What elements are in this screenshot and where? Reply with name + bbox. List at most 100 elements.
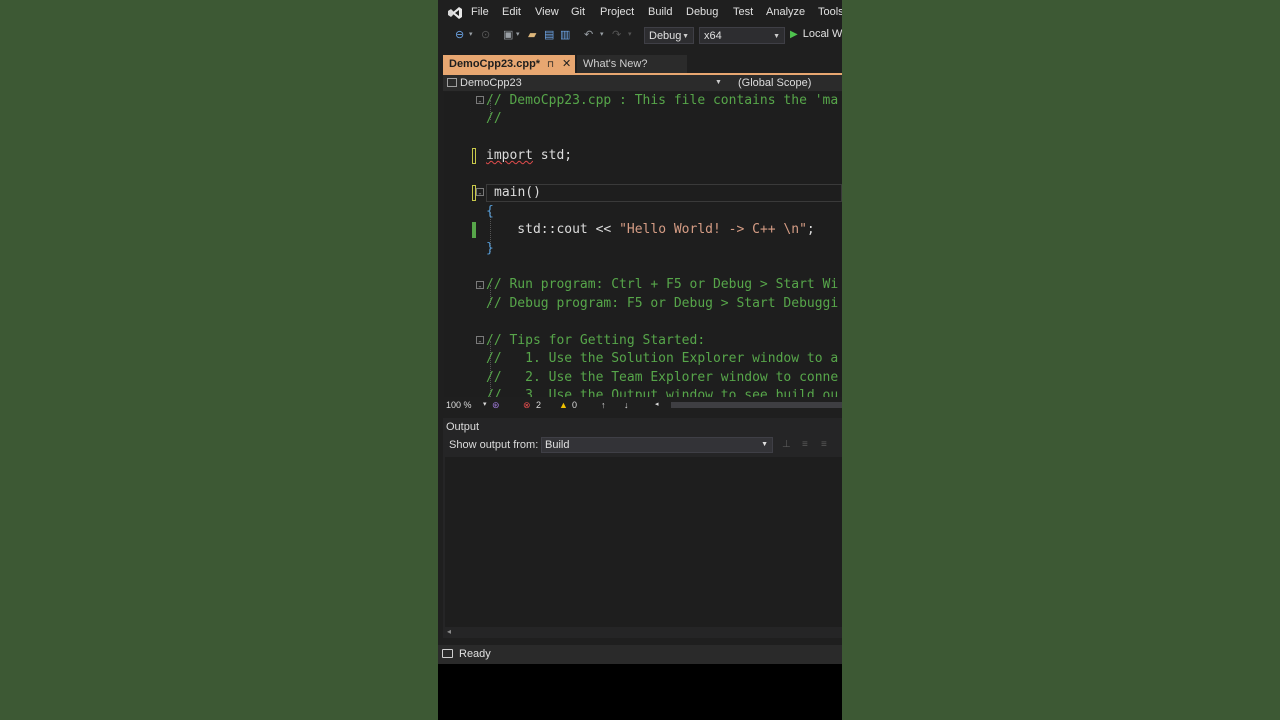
import-target: std; (532, 148, 573, 163)
warning-count[interactable]: 0 (572, 398, 577, 412)
tab-democpp23[interactable]: DemoCpp23.cpp* ⊓ ✕ (443, 55, 575, 73)
back-dropdown-icon[interactable]: ▾ (469, 28, 473, 42)
collapse-icon[interactable]: - (476, 188, 484, 199)
menu-build[interactable]: Build (648, 6, 672, 18)
visual-studio-logo-icon[interactable] (447, 5, 463, 21)
undo-icon[interactable]: ↶ (584, 28, 593, 42)
intellicode-icon[interactable]: ⊛ (492, 398, 500, 412)
statement-end: ; (806, 222, 815, 237)
tab-whats-new[interactable]: What's New? (577, 55, 687, 73)
output-title: Output (446, 421, 480, 433)
configuration-value: Debug (649, 30, 682, 42)
run-label: Local W (802, 28, 842, 40)
platform-select[interactable]: x64 ▼ (699, 27, 785, 44)
import-keyword: import (486, 148, 533, 163)
scope-dropdown[interactable]: (Global Scope) (738, 75, 811, 91)
undo-dropdown-icon[interactable]: ▾ (600, 28, 604, 42)
project-dropdown[interactable]: DemoCpp23 (447, 75, 522, 91)
document-tabs: DemoCpp23.cpp* ⊓ ✕ What's New? (443, 55, 842, 73)
string-literal: "Hello World! -> C++ \n" (619, 222, 807, 237)
menu-edit[interactable]: Edit (502, 6, 521, 18)
tab-label: DemoCpp23.cpp* (449, 58, 541, 70)
cout-code: std::cout << (486, 222, 620, 237)
tab-label: What's New? (583, 58, 648, 70)
play-icon: ▶ (790, 29, 798, 40)
visual-studio-window: File Edit View Git Project Build Debug T… (438, 0, 842, 720)
next-issue-icon[interactable]: ↓ (624, 398, 629, 412)
save-all-icon[interactable]: ▥ (560, 28, 570, 42)
code-line: // Debug program: F5 or Debug > Start De… (486, 296, 839, 311)
menu-tools[interactable]: Tools (818, 6, 842, 18)
menu-debug[interactable]: Debug (686, 6, 718, 18)
configuration-select[interactable]: Debug ▼ (644, 27, 694, 44)
pin-icon[interactable]: ⊓ (547, 55, 554, 73)
code-editor[interactable]: - - - - // DemoCpp23.cpp : This file con… (444, 92, 842, 397)
scroll-left-icon[interactable]: ◂ (655, 398, 659, 412)
show-output-from-label: Show output from: (449, 439, 539, 451)
code-line: import std; (486, 147, 572, 165)
editor-gutter (444, 92, 458, 397)
notification-icon[interactable] (442, 649, 453, 658)
chevron-down-icon[interactable]: ▼ (715, 75, 722, 91)
code-line: std::cout << "Hello World! -> C++ \n"; (486, 221, 815, 239)
background-left (0, 0, 438, 720)
redo-icon[interactable]: ↷ (612, 28, 621, 42)
collapse-icon[interactable]: - (476, 281, 484, 292)
navigation-bar: DemoCpp23 ▼ (Global Scope) (443, 75, 842, 91)
previous-issue-icon[interactable]: ↑ (601, 398, 606, 412)
chevron-down-icon: ▼ (682, 33, 689, 40)
chevron-down-icon: ▼ (761, 441, 768, 448)
save-icon[interactable]: ▤ (544, 28, 554, 42)
error-count[interactable]: 2 (536, 398, 541, 412)
code-line: // 2. Use the Team Explorer window to co… (486, 370, 839, 385)
horizontal-scrollbar[interactable] (671, 402, 842, 408)
toolbar: ⊖ ▾ ⊙ ▣ ▾ ▰ ▤ ▥ ↶ ▾ ↷ ▾ Debug ▼ x64 ▼ ▶ L… (438, 25, 842, 46)
redo-dropdown-icon[interactable]: ▾ (628, 28, 632, 42)
output-text-area[interactable] (445, 457, 842, 627)
change-marker-saved (472, 222, 476, 238)
menu-view[interactable]: View (535, 6, 559, 18)
back-icon[interactable]: ⊖ (455, 28, 464, 42)
menu-git[interactable]: Git (571, 6, 585, 18)
platform-value: x64 (704, 30, 722, 42)
collapse-icon[interactable]: - (476, 336, 484, 347)
status-text: Ready (459, 648, 491, 660)
new-item-dropdown-icon[interactable]: ▾ (516, 28, 520, 42)
background-right (842, 0, 1280, 720)
scroll-left-icon[interactable]: ◂ (447, 627, 451, 636)
clear-all-icon[interactable]: ≡ (802, 439, 808, 450)
project-name: DemoCpp23 (460, 77, 522, 89)
chevron-down-icon: ▼ (773, 33, 780, 40)
code-line: // Run program: Ctrl + F5 or Debug > Sta… (486, 277, 839, 292)
find-message-icon[interactable]: ⊥ (782, 439, 791, 450)
code-line: // 1. Use the Solution Explorer window t… (486, 351, 839, 366)
menu-bar: File Edit View Git Project Build Debug T… (438, 0, 842, 25)
error-icon[interactable]: ⊗ (523, 398, 531, 412)
code-line: // 3. Use the Output window to see build… (486, 388, 839, 397)
code-line: // DemoCpp23.cpp : This file contains th… (486, 93, 839, 108)
forward-icon[interactable]: ⊙ (481, 28, 490, 42)
open-folder-icon[interactable]: ▰ (528, 28, 536, 42)
run-button[interactable]: ▶ Local W (790, 28, 842, 40)
bottom-black-area (438, 664, 842, 720)
project-icon (447, 78, 457, 87)
show-output-from-select[interactable]: Build ▼ (541, 437, 773, 453)
zoom-dropdown-icon[interactable]: ▾ (483, 398, 487, 412)
menu-file[interactable]: File (471, 6, 489, 18)
menu-analyze[interactable]: Analyze (766, 6, 805, 18)
collapse-icon[interactable]: - (476, 96, 484, 107)
word-wrap-icon[interactable]: ≡ (821, 439, 827, 450)
warning-icon[interactable]: ▲ (559, 398, 568, 412)
show-output-from-value: Build (545, 439, 570, 451)
menu-project[interactable]: Project (600, 6, 634, 18)
new-item-icon[interactable]: ▣ (503, 28, 513, 42)
menu-test[interactable]: Test (733, 6, 753, 18)
output-panel: Output Show output from: Build ▼ ⊥ ≡ ≡ ◂ (443, 418, 842, 638)
close-icon[interactable]: ✕ (562, 55, 571, 73)
code-line: { (486, 204, 494, 219)
change-marker-unsaved (472, 148, 476, 164)
status-bar: Ready (438, 645, 842, 664)
code-line: // (486, 111, 502, 126)
zoom-level[interactable]: 100 % (446, 398, 472, 412)
code-line: } (486, 241, 494, 256)
